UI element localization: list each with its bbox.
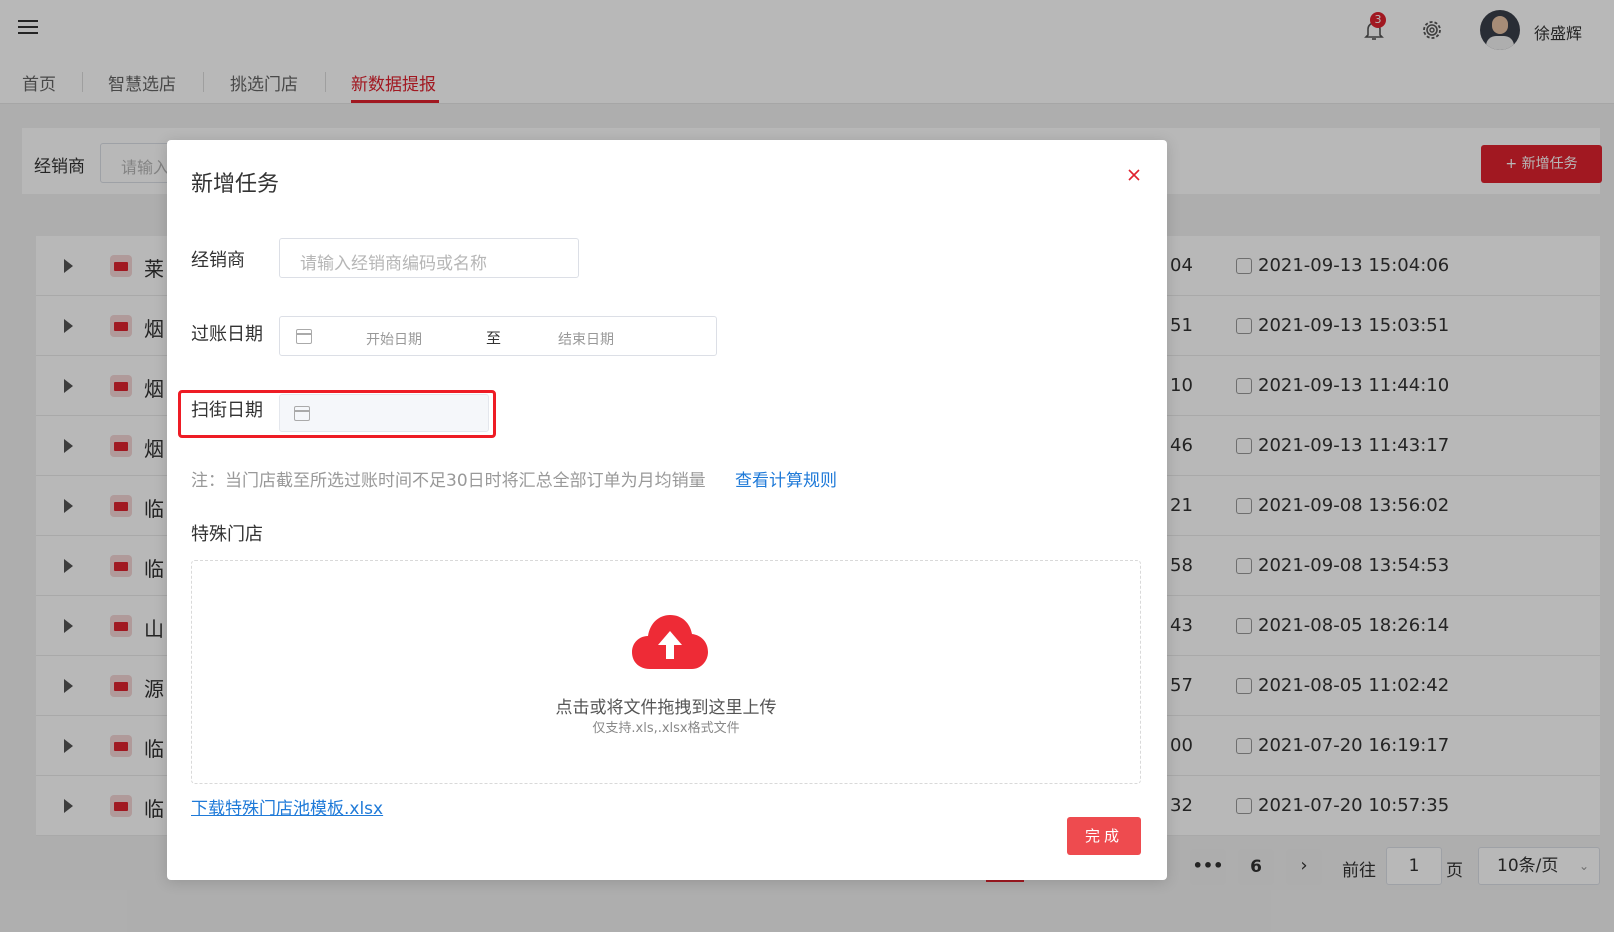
upload-instruction: 点击或将文件拖拽到这里上传 <box>555 698 777 718</box>
dealer-input[interactable]: 请输入经销商编码或名称 <box>279 238 579 278</box>
dealer-label: 经销商 <box>191 250 245 271</box>
special-store-label: 特殊门店 <box>191 524 263 545</box>
new-task-dialog: 新增任务 经销商 请输入经销商编码或名称 过账日期 开始日期 至 结束日期 扫街… <box>167 140 1167 880</box>
file-upload-dropzone[interactable]: 点击或将文件拖拽到这里上传 仅支持.xls,.xlsx格式文件 <box>191 560 1141 784</box>
close-icon[interactable] <box>1123 164 1145 186</box>
upload-format-hint: 仅支持.xls,.xlsx格式文件 <box>592 721 740 736</box>
cloud-upload-icon <box>632 615 708 669</box>
posting-date-label: 过账日期 <box>191 324 263 345</box>
end-date-input[interactable]: 结束日期 <box>558 329 614 349</box>
range-separator: 至 <box>486 329 502 347</box>
note-text: 注：当门店截至所选过账时间不足30日时将汇总全部订单为月均销量 <box>191 471 706 491</box>
start-date-input[interactable]: 开始日期 <box>366 329 422 349</box>
calendar-icon <box>296 329 312 344</box>
posting-date-range-picker[interactable]: 开始日期 至 结束日期 <box>279 316 717 356</box>
download-template-link[interactable]: 下载特殊门店池模板.xlsx <box>191 794 383 819</box>
done-button[interactable]: 完成 <box>1067 817 1141 855</box>
dialog-title: 新增任务 <box>191 172 280 197</box>
highlight-annotation <box>178 390 496 438</box>
calc-rules-link[interactable]: 查看计算规则 <box>735 466 837 491</box>
dealer-placeholder: 请输入经销商编码或名称 <box>300 254 487 274</box>
